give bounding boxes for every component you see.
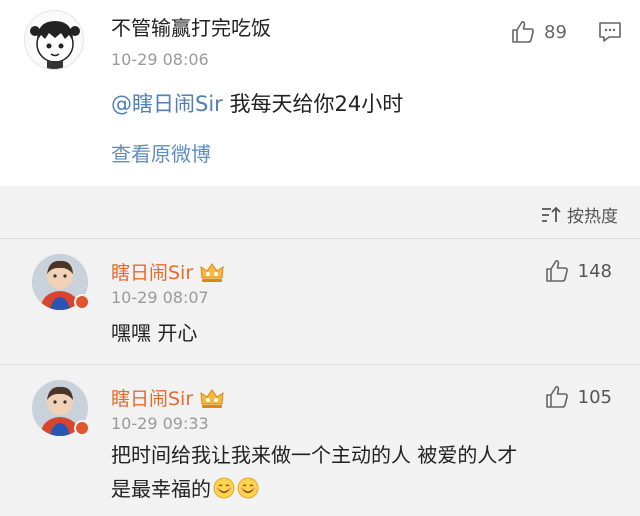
comment-timestamp: 10-29 09:33: [111, 414, 209, 433]
thumbs-up-icon: [512, 20, 534, 43]
commenter-name[interactable]: 瞎日闹Sir: [111, 384, 225, 411]
weibo-post: 不管输赢打完吃饭 10-29 08:06 89 @瞎日闹Sir 我每天给你24小…: [0, 0, 640, 186]
comment-like-button[interactable]: 105: [544, 384, 612, 410]
vip-crown-icon: [200, 388, 224, 408]
smile-emoji-icon: [213, 477, 235, 499]
comment-text-line: 把时间给我让我来做一个主动的人 被爱的人才: [111, 443, 518, 467]
thumbs-up-icon: [545, 385, 568, 408]
divider: [0, 238, 640, 239]
comment-text: 把时间给我让我来做一个主动的人 被爱的人才 是最幸福的: [111, 438, 611, 506]
comment-text: 嘿嘿 开心: [111, 321, 198, 345]
post-like-button[interactable]: 89: [510, 18, 567, 46]
post-body-text: 我每天给你24小时: [222, 92, 404, 116]
thumbs-up-icon: [545, 259, 568, 282]
comment-text-line-2: 是最幸福的: [111, 472, 611, 506]
verified-badge: [74, 420, 90, 436]
mention-link[interactable]: @瞎日闹Sir: [111, 92, 223, 116]
post-author-name[interactable]: 不管输赢打完吃饭: [111, 12, 271, 41]
commenter-name-text: 瞎日闹Sir: [111, 262, 194, 284]
view-original-link[interactable]: 查看原微博: [111, 138, 211, 167]
comment-like-count: 105: [577, 386, 612, 408]
sort-label: 按热度: [567, 207, 618, 227]
comment-like-count: 148: [577, 260, 612, 282]
divider: [0, 364, 640, 365]
commenter-name[interactable]: 瞎日闹Sir: [111, 258, 225, 285]
comment-sort-bar: 按热度: [0, 186, 640, 238]
post-timestamp: 10-29 08:06: [111, 50, 209, 69]
comment-timestamp: 10-29 08:07: [111, 288, 209, 307]
vip-crown-icon: [200, 262, 224, 282]
comment-item: 瞎日闹Sir 10-29 08:07 148 嘿嘿 开心: [0, 238, 640, 364]
comment-text-line-content: 是最幸福的: [111, 477, 211, 501]
post-body: @瞎日闹Sir 我每天给你24小时: [111, 88, 403, 118]
comment-like-button[interactable]: 148: [544, 258, 612, 284]
smile-emoji-icon: [237, 477, 259, 499]
comment-icon[interactable]: [598, 20, 622, 44]
sort-by-hot-button[interactable]: 按热度: [541, 202, 618, 227]
commenter-name-text: 瞎日闹Sir: [111, 388, 194, 410]
comment-item: 瞎日闹Sir 10-29 09:33 105 把时间给我让我来做一个主动的人 被…: [0, 364, 640, 516]
author-avatar[interactable]: [24, 10, 84, 70]
post-like-count: 89: [544, 21, 567, 43]
sort-icon: [542, 206, 561, 222]
verified-badge: [74, 294, 90, 310]
